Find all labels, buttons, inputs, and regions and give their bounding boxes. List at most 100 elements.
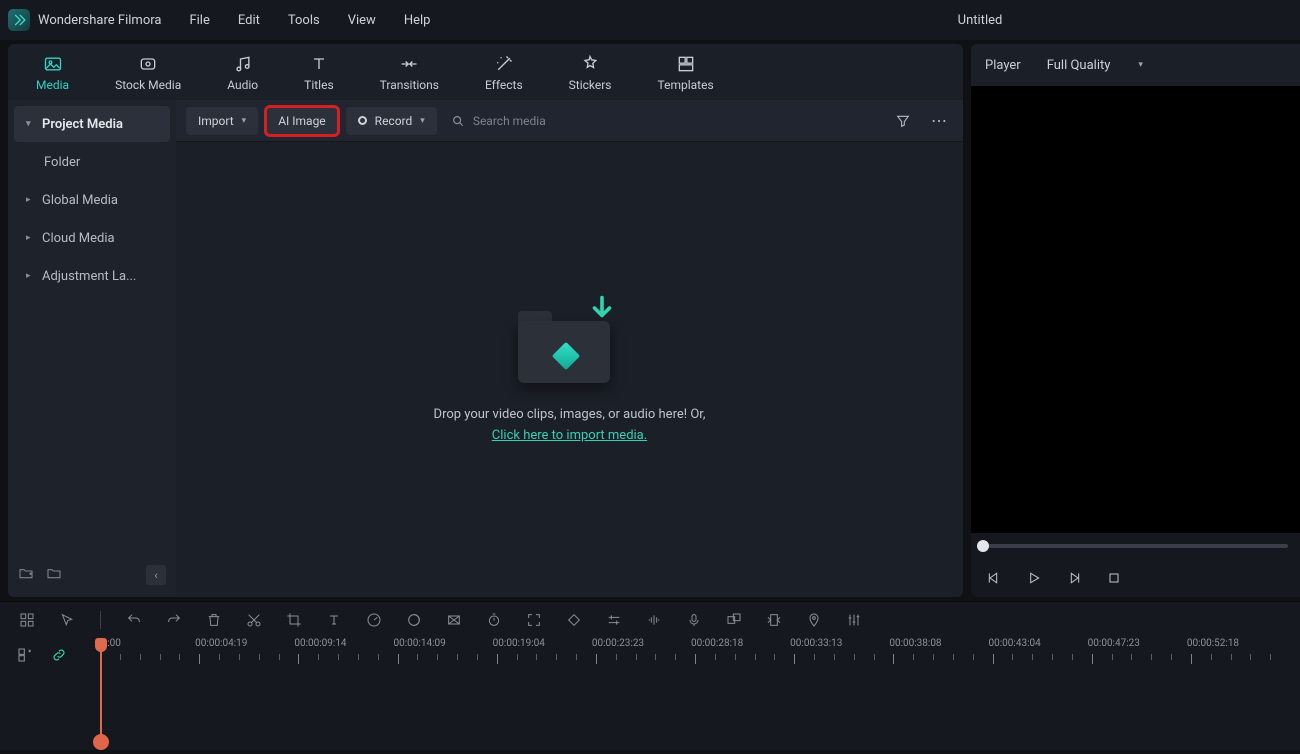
sidebar-item-adjustment-layer[interactable]: ▸Adjustment La... (14, 258, 170, 294)
redo-icon[interactable] (165, 611, 183, 629)
import-media-link[interactable]: Click here to import media. (492, 428, 647, 443)
tab-titles[interactable]: Titles (294, 47, 343, 98)
marker-icon[interactable] (805, 611, 823, 629)
chevron-down-icon: ▾ (420, 116, 425, 126)
quality-selector[interactable]: Full Quality▾ (1039, 54, 1151, 77)
new-folder-icon[interactable] (18, 565, 34, 585)
sidebar-item-cloud-media[interactable]: ▸Cloud Media (14, 220, 170, 256)
playhead-knob-icon[interactable] (93, 734, 109, 750)
sidebar-item-label: Folder (44, 155, 80, 170)
tab-media[interactable]: Media (26, 47, 79, 98)
audio-wave-icon[interactable] (645, 611, 663, 629)
tab-stock-media[interactable]: Stock Media (105, 47, 191, 98)
separator (100, 611, 101, 629)
menu-file[interactable]: File (189, 13, 209, 28)
ruler-label: 00:00:14:09 (394, 638, 446, 649)
tab-media-label: Media (36, 78, 69, 92)
color-icon[interactable] (405, 611, 423, 629)
ruler-label: 00:00:19:04 (493, 638, 545, 649)
tab-transitions[interactable]: Transitions (370, 47, 449, 98)
player-scrubber[interactable] (971, 533, 1300, 559)
tab-transitions-label: Transitions (380, 78, 439, 92)
adjust-icon[interactable] (605, 611, 623, 629)
keyframe-icon[interactable] (565, 611, 583, 629)
ruler-label: 00:00:52:18 (1187, 638, 1239, 649)
import-button[interactable]: Import ▾ (186, 107, 258, 135)
record-button[interactable]: Record▾ (346, 107, 437, 135)
app-name: Wondershare Filmora (38, 13, 161, 28)
timeline-track[interactable]: 00:0000:00:04:1900:00:09:1400:00:14:0900… (100, 638, 1300, 750)
menu-bar: File Edit Tools View Help (189, 13, 430, 28)
scrub-track[interactable] (983, 544, 1288, 548)
group-icon[interactable] (725, 611, 743, 629)
scrub-thumb[interactable] (977, 540, 989, 552)
import-label: Import (198, 114, 234, 128)
sidebar-footer: ‹ (14, 559, 170, 591)
play-button[interactable] (1025, 569, 1043, 587)
folder-icon[interactable] (46, 565, 62, 585)
search-media[interactable] (451, 114, 653, 128)
tab-effects[interactable]: Effects (475, 47, 533, 98)
player-panel: Player Full Quality▾ (971, 44, 1300, 597)
prev-frame-button[interactable] (985, 569, 1003, 587)
tab-stickers-label: Stickers (569, 78, 612, 92)
ai-image-button[interactable]: AI Image (266, 107, 337, 135)
track-add-icon[interactable] (16, 646, 34, 664)
media-drop-area[interactable]: Drop your video clips, images, or audio … (176, 142, 963, 597)
voiceover-icon[interactable] (685, 611, 703, 629)
ruler-label: 00:00:43:04 (989, 638, 1041, 649)
chevron-down-icon: ▾ (242, 116, 247, 126)
chroma-icon[interactable] (445, 611, 463, 629)
sidebar-item-label: Cloud Media (42, 231, 115, 246)
chevron-right-icon: ▸ (26, 195, 34, 205)
media-sidebar: ▾Project Media Folder ▸Global Media ▸Clo… (8, 100, 176, 597)
document-title: Untitled (958, 13, 1003, 28)
drop-text: Drop your video clips, images, or audio … (434, 405, 706, 447)
tab-audio[interactable]: Audio (217, 47, 268, 98)
crop-zoom-icon[interactable] (525, 611, 543, 629)
menu-edit[interactable]: Edit (238, 13, 260, 28)
stock-icon (137, 53, 159, 75)
wand-icon (493, 53, 515, 75)
delete-icon[interactable] (205, 611, 223, 629)
sidebar-item-folder[interactable]: Folder (14, 144, 170, 180)
tab-templates[interactable]: Templates (648, 47, 724, 98)
cursor-icon[interactable] (58, 611, 76, 629)
player-viewport[interactable] (971, 86, 1300, 533)
render-icon[interactable] (765, 611, 783, 629)
ruler-label: 00:00:47:23 (1088, 638, 1140, 649)
undo-icon[interactable] (125, 611, 143, 629)
menu-help[interactable]: Help (404, 13, 431, 28)
ai-image-label: AI Image (278, 114, 325, 128)
link-icon[interactable] (50, 646, 68, 664)
media-panel: Media Stock Media Audio Titles Transitio… (8, 44, 963, 597)
timeline-ruler[interactable]: 00:0000:00:04:1900:00:09:1400:00:14:0900… (100, 638, 1300, 666)
sidebar-item-project-media[interactable]: ▾Project Media (14, 106, 170, 142)
timeline-playhead[interactable] (100, 638, 102, 750)
collapse-sidebar-button[interactable]: ‹ (146, 565, 166, 585)
more-icon[interactable]: ⋯ (925, 107, 953, 135)
ruler-label: 00:00:23:23 (592, 638, 644, 649)
tab-audio-label: Audio (227, 78, 258, 92)
search-icon (451, 114, 465, 128)
player-tab[interactable]: Player (985, 58, 1021, 73)
filter-icon[interactable] (889, 107, 917, 135)
tab-stickers[interactable]: Stickers (559, 47, 622, 98)
stop-button[interactable] (1105, 569, 1123, 587)
sidebar-item-global-media[interactable]: ▸Global Media (14, 182, 170, 218)
menu-view[interactable]: View (348, 13, 376, 28)
ruler-label: 00:00:09:14 (294, 638, 346, 649)
speed-icon[interactable] (365, 611, 383, 629)
cut-icon[interactable] (245, 611, 263, 629)
ruler-label: 00:00:28:18 (691, 638, 743, 649)
next-frame-button[interactable] (1065, 569, 1083, 587)
text-tool-icon[interactable] (325, 611, 343, 629)
search-input[interactable] (473, 114, 653, 128)
timer-icon[interactable] (485, 611, 503, 629)
chevron-down-icon: ▾ (1138, 60, 1143, 70)
mixer-icon[interactable] (845, 611, 863, 629)
sticker-icon (579, 53, 601, 75)
crop-icon[interactable] (285, 611, 303, 629)
layout-icon[interactable] (18, 611, 36, 629)
menu-tools[interactable]: Tools (288, 13, 320, 28)
